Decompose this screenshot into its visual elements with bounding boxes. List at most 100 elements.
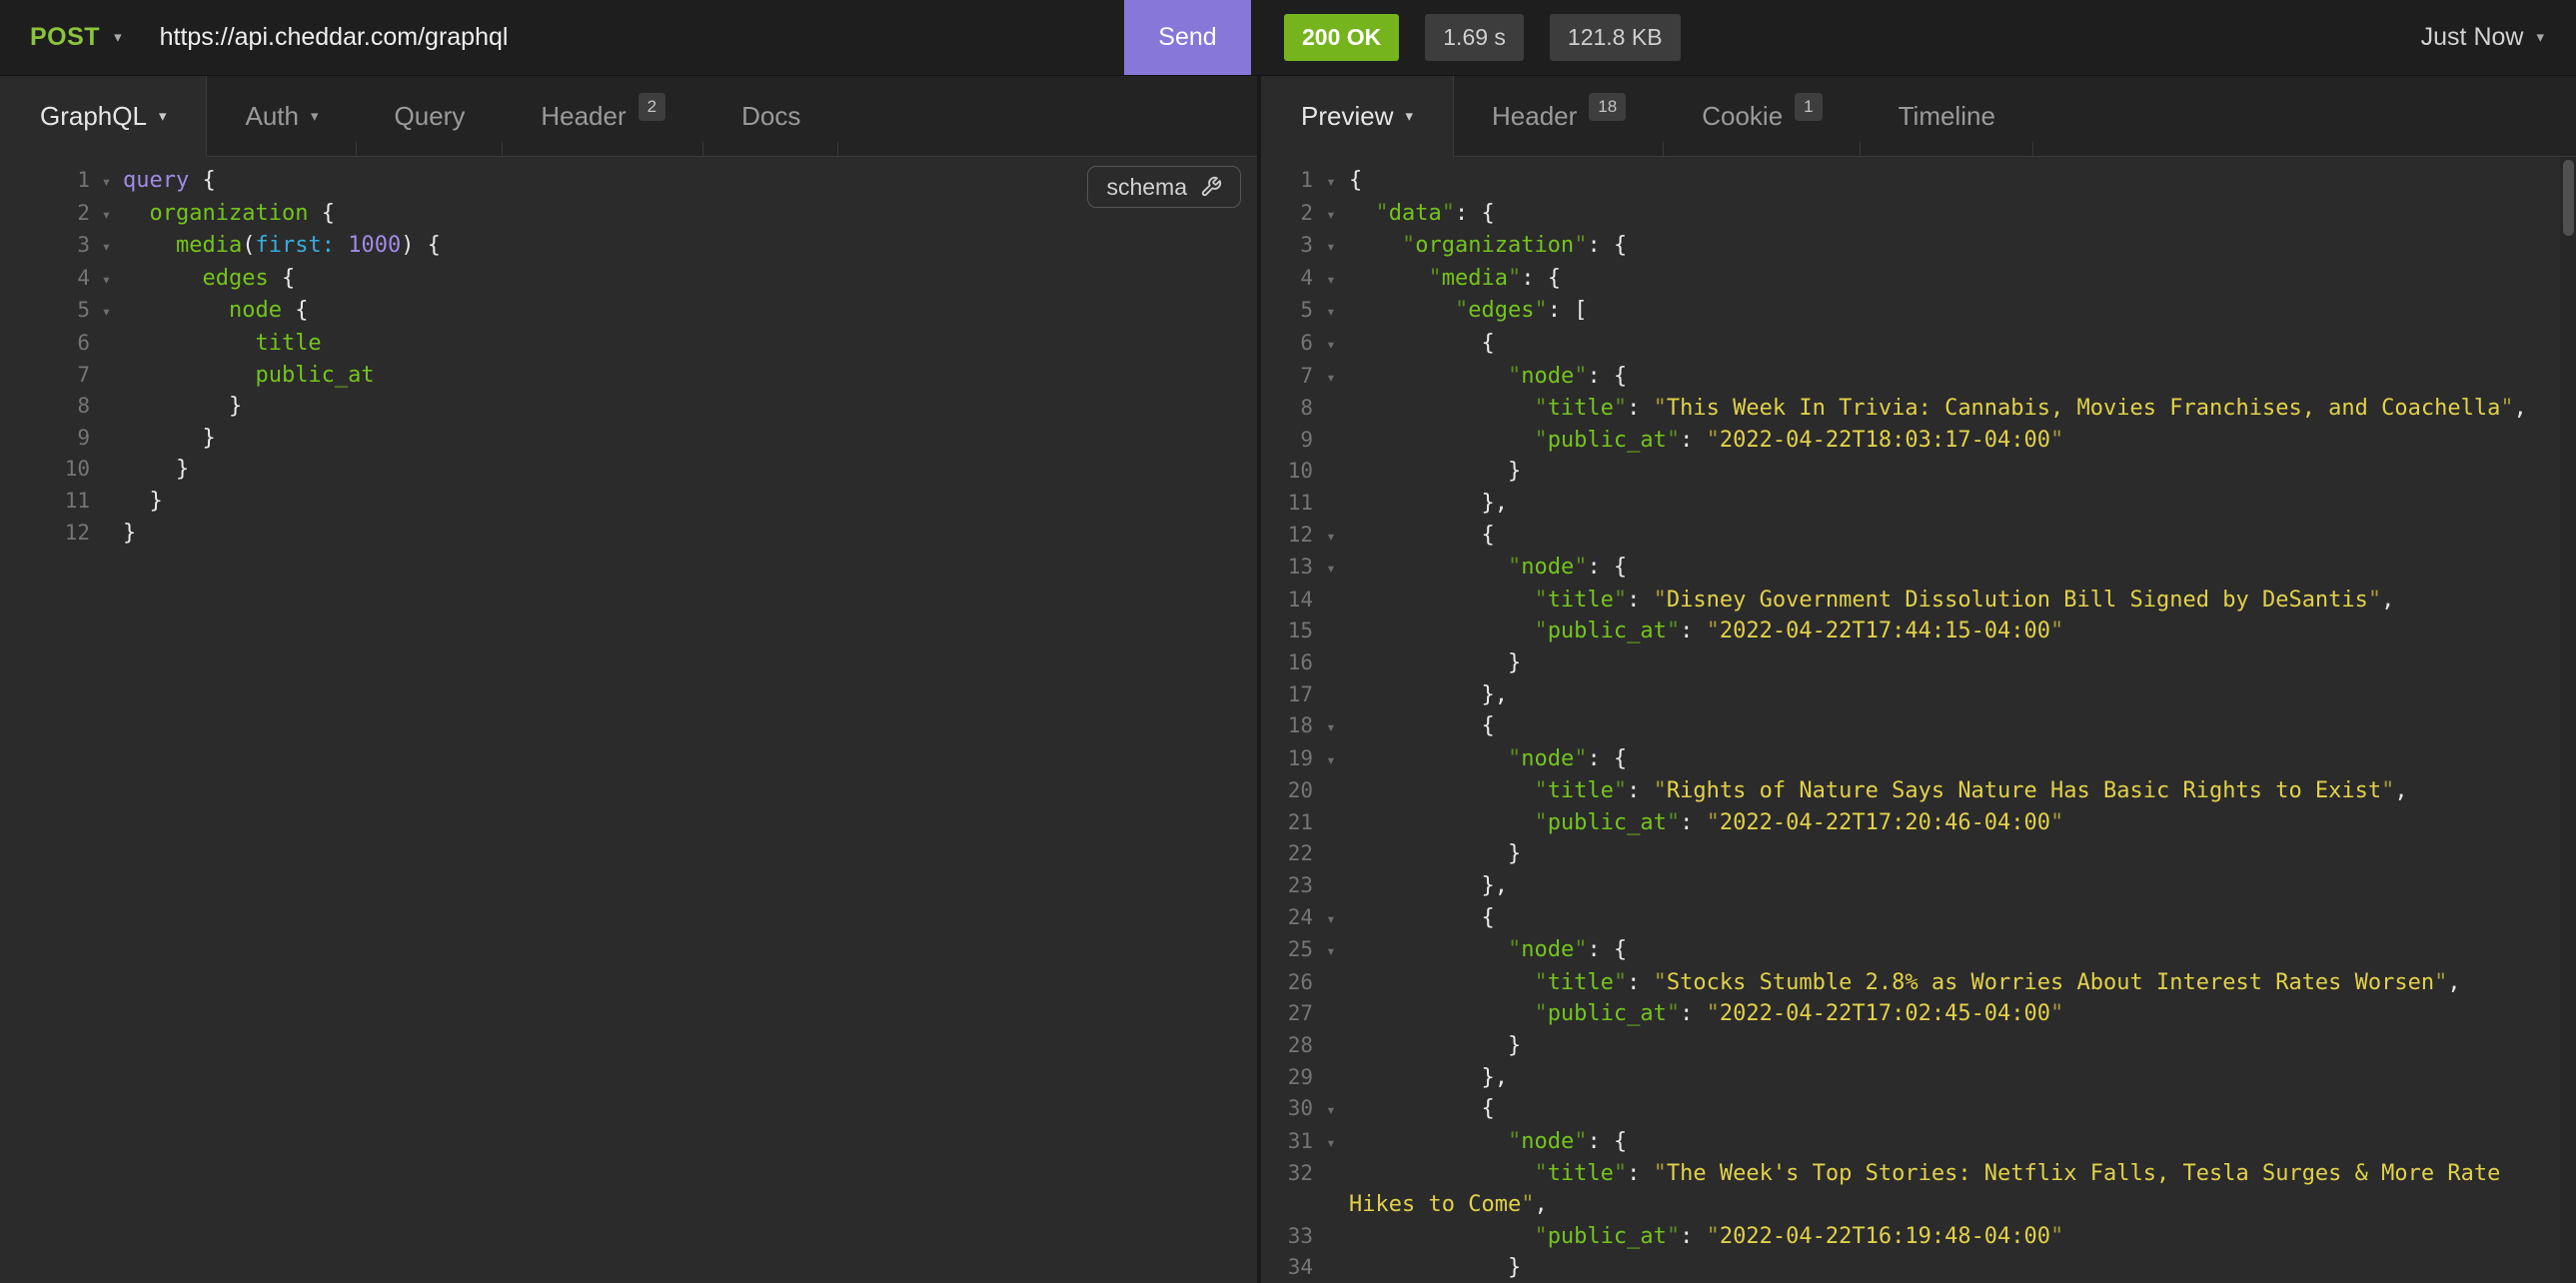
tab-auth[interactable]: Auth xyxy=(207,76,356,156)
method-label: POST xyxy=(30,23,100,52)
code-line: 25 "node": { xyxy=(1261,934,2576,967)
fold-arrow-icon[interactable] xyxy=(1313,200,1349,231)
code-line: 21 "public_at": "2022-04-22T17:20:46-04:… xyxy=(1261,807,2576,839)
code-text: } xyxy=(1349,839,2576,870)
fold-arrow-icon[interactable] xyxy=(90,200,123,231)
tab-query[interactable]: Query xyxy=(357,76,504,156)
code-line: 13 "node": { xyxy=(1261,552,2576,585)
code-text: "public_at": "2022-04-22T17:02:45-04:00" xyxy=(1349,999,2576,1030)
chevron-down-icon xyxy=(311,109,319,124)
line-number: 14 xyxy=(1261,585,1313,616)
code-text: "node": { xyxy=(1349,744,2576,775)
fold-arrow-icon[interactable] xyxy=(1313,297,1349,328)
send-button[interactable]: Send xyxy=(1124,0,1251,75)
code-line: 10 } xyxy=(0,454,1257,486)
query-editor[interactable]: schema 1query {2 organization {3 media(f… xyxy=(0,157,1257,1283)
code-line: 2 "data": { xyxy=(1261,198,2576,231)
line-number: 10 xyxy=(0,454,90,485)
code-text: "organization": { xyxy=(1349,231,2576,262)
code-text: } xyxy=(123,392,1257,423)
code-line: 3 "organization": { xyxy=(1261,230,2576,263)
scrollbar-track[interactable] xyxy=(2560,157,2576,1283)
code-line: 1{ xyxy=(1261,165,2576,198)
line-number: 19 xyxy=(1261,743,1313,774)
code-text: { xyxy=(1349,329,2576,360)
code-text: edges { xyxy=(123,264,1257,295)
response-history-dropdown[interactable]: Just Now xyxy=(2415,22,2550,53)
query-code: 1query {2 organization {3 media(first: 1… xyxy=(0,165,1257,549)
fold-arrow-icon[interactable] xyxy=(1313,167,1349,198)
fold-arrow-icon[interactable] xyxy=(1313,522,1349,553)
code-text: } xyxy=(1349,457,2576,488)
code-line: 16 } xyxy=(1261,647,2576,679)
code-text: "node": { xyxy=(1349,553,2576,584)
code-text: { xyxy=(1349,521,2576,552)
tab-response-header[interactable]: Header 18 xyxy=(1454,76,1664,156)
code-line: 12 { xyxy=(1261,520,2576,553)
line-number: 11 xyxy=(0,486,90,517)
schema-button[interactable]: schema xyxy=(1087,166,1241,208)
fold-arrow-icon[interactable] xyxy=(1313,745,1349,776)
fold-arrow-icon[interactable] xyxy=(90,297,123,328)
code-text: }, xyxy=(1349,680,2576,711)
fold-arrow-icon[interactable] xyxy=(1313,232,1349,263)
chevron-down-icon xyxy=(114,30,122,45)
fold-arrow-icon[interactable] xyxy=(90,167,123,198)
tab-docs[interactable]: Docs xyxy=(703,76,838,156)
line-number: 9 xyxy=(0,423,90,454)
tab-header[interactable]: Header 2 xyxy=(503,76,703,156)
code-line: 17 }, xyxy=(1261,679,2576,711)
code-text: { xyxy=(1349,166,2576,197)
code-line: 4 "media": { xyxy=(1261,263,2576,296)
fold-arrow-icon[interactable] xyxy=(1313,363,1349,394)
code-text: } xyxy=(1349,1253,2576,1283)
code-line: 10 } xyxy=(1261,456,2576,488)
code-text: } xyxy=(123,487,1257,518)
response-meta: 200 OK 1.69 s 121.8 KB Just Now xyxy=(1251,0,2576,75)
code-text: }, xyxy=(1349,1063,2576,1094)
fold-arrow-icon[interactable] xyxy=(1313,265,1349,296)
code-text: "public_at": "2022-04-22T18:03:17-04:00" xyxy=(1349,426,2576,457)
code-line: 24 { xyxy=(1261,902,2576,935)
line-number: 21 xyxy=(1261,807,1313,838)
code-line: 22 } xyxy=(1261,838,2576,870)
line-number: 7 xyxy=(0,360,90,391)
fold-arrow-icon[interactable] xyxy=(90,232,123,263)
line-number: 3 xyxy=(0,230,90,261)
fold-arrow-icon[interactable] xyxy=(1313,712,1349,743)
fold-arrow-icon[interactable] xyxy=(90,265,123,296)
tab-preview[interactable]: Preview xyxy=(1261,76,1454,157)
line-number: 1 xyxy=(1261,165,1313,196)
code-line: 2 organization { xyxy=(0,198,1257,231)
code-line: 5 node { xyxy=(0,295,1257,328)
method-dropdown[interactable]: POST xyxy=(30,23,122,52)
scrollbar-thumb[interactable] xyxy=(2563,160,2574,236)
fold-arrow-icon[interactable] xyxy=(1313,330,1349,361)
line-number: 26 xyxy=(1261,967,1313,998)
line-number: 2 xyxy=(1261,198,1313,229)
tab-cookie[interactable]: Cookie 1 xyxy=(1664,76,1860,156)
header-count-badge: 2 xyxy=(639,93,665,121)
response-preview[interactable]: 1{2 "data": {3 "organization": {4 "media… xyxy=(1261,157,2576,1283)
fold-arrow-icon[interactable] xyxy=(1313,936,1349,967)
code-line: 1query { xyxy=(0,165,1257,198)
line-number: 13 xyxy=(1261,552,1313,583)
fold-arrow-icon[interactable] xyxy=(1313,1128,1349,1159)
code-line: 27 "public_at": "2022-04-22T17:02:45-04:… xyxy=(1261,998,2576,1030)
code-text: "public_at": "2022-04-22T17:20:46-04:00" xyxy=(1349,808,2576,839)
fold-arrow-icon[interactable] xyxy=(1313,904,1349,935)
code-text: }, xyxy=(1349,489,2576,520)
fold-arrow-icon[interactable] xyxy=(1313,554,1349,585)
fold-arrow-icon[interactable] xyxy=(1313,1095,1349,1126)
line-number: 22 xyxy=(1261,838,1313,869)
line-number: 31 xyxy=(1261,1126,1313,1157)
line-number: 10 xyxy=(1261,456,1313,487)
header-count-badge: 18 xyxy=(1589,93,1626,121)
line-number: 2 xyxy=(0,198,90,229)
tab-graphql[interactable]: GraphQL xyxy=(0,76,207,157)
tab-timeline[interactable]: Timeline xyxy=(1861,76,2033,156)
duration-badge: 1.69 s xyxy=(1425,14,1524,61)
url-input[interactable] xyxy=(158,22,1124,53)
code-text: "edges": [ xyxy=(1349,296,2576,327)
code-text: { xyxy=(1349,1094,2576,1125)
